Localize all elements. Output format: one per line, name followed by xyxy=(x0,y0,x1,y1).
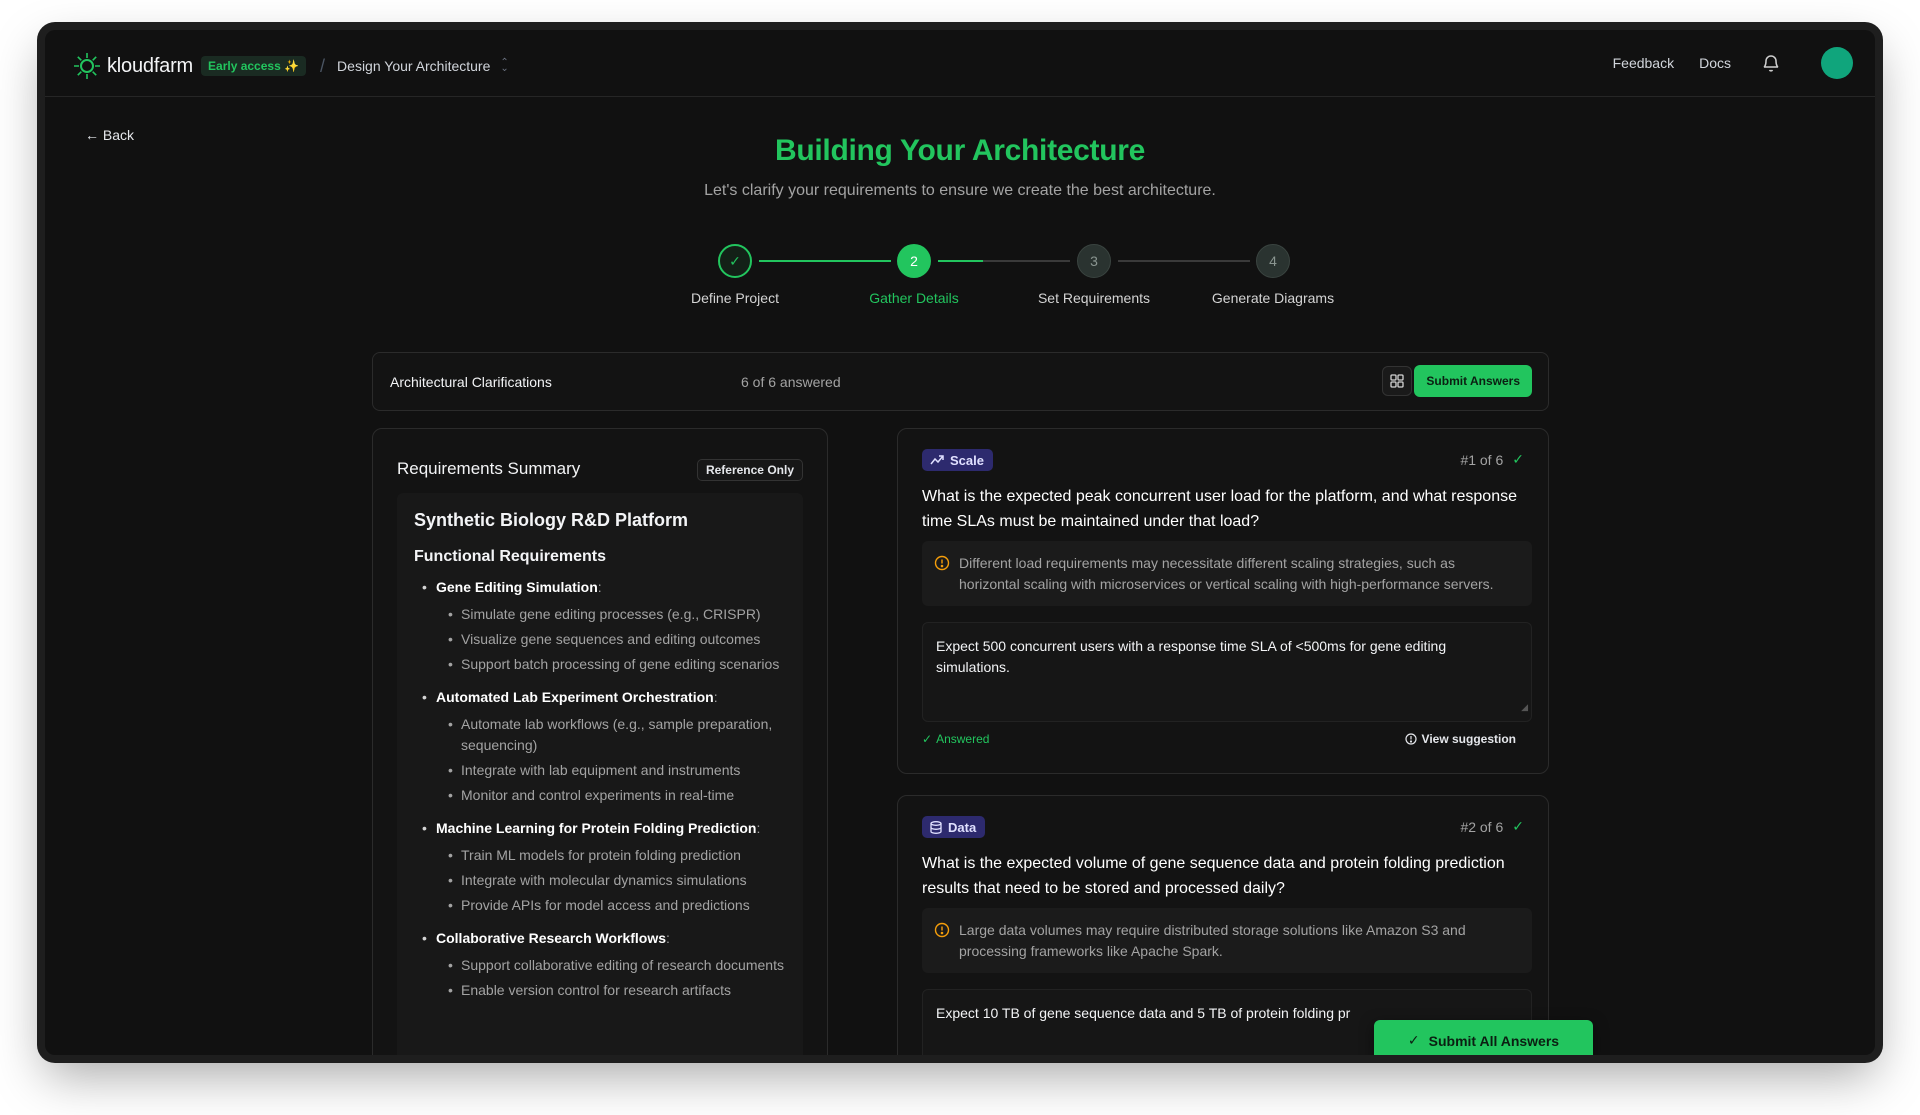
project-name: Design Your Architecture xyxy=(337,58,491,74)
feature-detail: Enable version control for research arti… xyxy=(448,980,786,1001)
trending-up-icon xyxy=(930,455,944,465)
project-title: Synthetic Biology R&D Platform xyxy=(414,510,689,530)
feature-title: Collaborative Research Workflows xyxy=(436,930,667,946)
submit-all-label: Submit All Answers xyxy=(1428,1032,1560,1049)
step-set-requirements[interactable]: 3 Set Requirements xyxy=(1004,244,1184,306)
check-icon: ✓ xyxy=(1407,1032,1420,1048)
question-text: What is the expected volume of gene sequ… xyxy=(922,855,1505,897)
check-icon: ✓ xyxy=(922,732,933,746)
question-index: #2 of 6 xyxy=(1460,818,1504,835)
question-hint: Large data volumes may require distribut… xyxy=(922,908,1532,973)
feature-detail: Visualize gene sequences and editing out… xyxy=(448,629,786,650)
step-define-project[interactable]: ✓ Define Project xyxy=(645,244,825,306)
grid-view-button[interactable] xyxy=(1382,366,1412,396)
alert-circle-icon xyxy=(934,555,950,571)
question-number: #1 of 6 ✓ xyxy=(1460,451,1524,468)
feature-item: Machine Learning for Protein Folding Pre… xyxy=(422,820,786,916)
clarifications-header: Architectural Clarifications 6 of 6 answ… xyxy=(372,352,1549,411)
feature-detail: Automate lab workflows (e.g., sample pre… xyxy=(448,714,786,756)
submit-answers-button[interactable]: Submit Answers xyxy=(1414,365,1532,397)
check-icon: ✓ xyxy=(1512,818,1524,834)
question-card: Data #2 of 6 ✓ What is the expected volu… xyxy=(897,795,1549,1055)
answered-count: 6 of 6 answered xyxy=(741,374,841,390)
feature-detail: Simulate gene editing processes (e.g., C… xyxy=(448,604,786,625)
kloudfarm-logo-icon xyxy=(74,53,100,79)
feature-detail: Monitor and control experiments in real-… xyxy=(448,785,786,806)
question-text: What is the expected peak concurrent use… xyxy=(922,488,1517,530)
step-gather-details[interactable]: 2 Gather Details xyxy=(824,244,1004,306)
answer-text: Expect 10 TB of gene sequence data and 5… xyxy=(936,1005,1351,1021)
chevron-up-down-icon: ⌃ ⌄ xyxy=(500,57,509,74)
answer-textarea[interactable]: Expect 500 concurrent users with a respo… xyxy=(922,622,1532,722)
step-number: 2 xyxy=(897,244,931,278)
feature-detail: Provide APIs for model access and predic… xyxy=(448,895,786,916)
brand-name: kloudfarm xyxy=(107,54,194,77)
step-generate-diagrams[interactable]: 4 Generate Diagrams xyxy=(1183,244,1363,306)
check-icon: ✓ xyxy=(718,244,752,278)
feature-title: Machine Learning for Protein Folding Pre… xyxy=(436,820,757,836)
top-nav: Feedback Docs xyxy=(1613,47,1853,79)
requirements-summary-panel: Requirements Summary Reference Only Synt… xyxy=(372,428,828,1055)
early-access-badge: Early access ✨ xyxy=(201,56,307,76)
status-label: Answered xyxy=(936,732,990,746)
top-bar: kloudfarm Early access ✨ / Design Your A… xyxy=(45,30,1875,97)
feature-title: Gene Editing Simulation xyxy=(436,579,598,595)
view-suggestion-button[interactable]: View suggestion xyxy=(1404,732,1516,746)
summary-content: Synthetic Biology R&D Platform Functiona… xyxy=(397,493,803,1055)
feature-detail: Support collaborative editing of researc… xyxy=(448,955,786,976)
project-selector[interactable]: Design Your Architecture ⌃ ⌄ xyxy=(337,57,509,75)
submit-all-answers-button[interactable]: ✓ Submit All Answers xyxy=(1374,1020,1593,1055)
user-avatar[interactable] xyxy=(1821,47,1853,79)
feature-item: Collaborative Research Workflows: Suppor… xyxy=(422,930,786,1001)
database-icon xyxy=(930,820,942,834)
reference-only-badge: Reference Only xyxy=(696,459,803,481)
question-hint: Different load requirements may necessit… xyxy=(922,541,1532,606)
suggestion-label: View suggestion xyxy=(1421,732,1516,746)
info-icon xyxy=(1404,733,1417,745)
alert-circle-icon xyxy=(934,922,950,938)
breadcrumb-separator: / xyxy=(320,55,326,76)
category-label: Data xyxy=(948,819,977,835)
feature-detail: Integrate with molecular dynamics simula… xyxy=(448,870,786,891)
progress-stepper: ✓ Define Project 2 Gather Details 3 Set … xyxy=(45,244,1875,314)
step-label: Define Project xyxy=(691,290,779,306)
brand[interactable]: kloudfarm Early access ✨ / Design Your A… xyxy=(73,52,509,80)
answered-status: ✓ Answered xyxy=(922,732,989,746)
question-index: #1 of 6 xyxy=(1460,451,1504,468)
feature-title: Automated Lab Experiment Orchestration xyxy=(436,689,714,705)
feature-detail: Train ML models for protein folding pred… xyxy=(448,845,786,866)
clarifications-title: Architectural Clarifications xyxy=(390,374,552,390)
hint-text: Large data volumes may require distribut… xyxy=(959,922,1466,959)
app-window: kloudfarm Early access ✨ / Design Your A… xyxy=(45,30,1875,1055)
page-subtitle: Let's clarify your requirements to ensur… xyxy=(704,182,1216,199)
feedback-link[interactable]: Feedback xyxy=(1613,55,1674,71)
step-label: Generate Diagrams xyxy=(1211,290,1335,306)
hint-text: Different load requirements may necessit… xyxy=(959,555,1494,592)
feature-detail: Support batch processing of gene editing… xyxy=(448,654,786,675)
step-label: Set Requirements xyxy=(1037,290,1151,306)
feature-item: Automated Lab Experiment Orchestration: … xyxy=(422,689,786,806)
section-heading: Functional Requirements xyxy=(414,548,607,565)
feature-item: Gene Editing Simulation: Simulate gene e… xyxy=(422,579,786,675)
step-label: Gather Details xyxy=(869,290,959,306)
step-number: 4 xyxy=(1256,244,1290,278)
category-tag: Data xyxy=(922,816,986,838)
question-number: #2 of 6 ✓ xyxy=(1460,818,1524,835)
check-icon: ✓ xyxy=(1512,451,1524,467)
page-title: Building Your Architecture xyxy=(774,134,1145,167)
summary-title: Requirements Summary xyxy=(397,459,581,478)
question-card: Scale #1 of 6 ✓ What is the expected pea… xyxy=(897,428,1549,774)
step-number: 3 xyxy=(1077,244,1111,278)
category-tag: Scale xyxy=(922,449,993,471)
grid-icon xyxy=(1390,374,1404,388)
feature-detail: Integrate with lab equipment and instrum… xyxy=(448,760,786,781)
bell-icon[interactable] xyxy=(1761,53,1781,73)
category-label: Scale xyxy=(950,452,984,468)
resize-grip-icon[interactable]: ◢ xyxy=(1521,697,1528,718)
docs-link[interactable]: Docs xyxy=(1699,55,1731,71)
answer-text: Expect 500 concurrent users with a respo… xyxy=(936,638,1447,675)
